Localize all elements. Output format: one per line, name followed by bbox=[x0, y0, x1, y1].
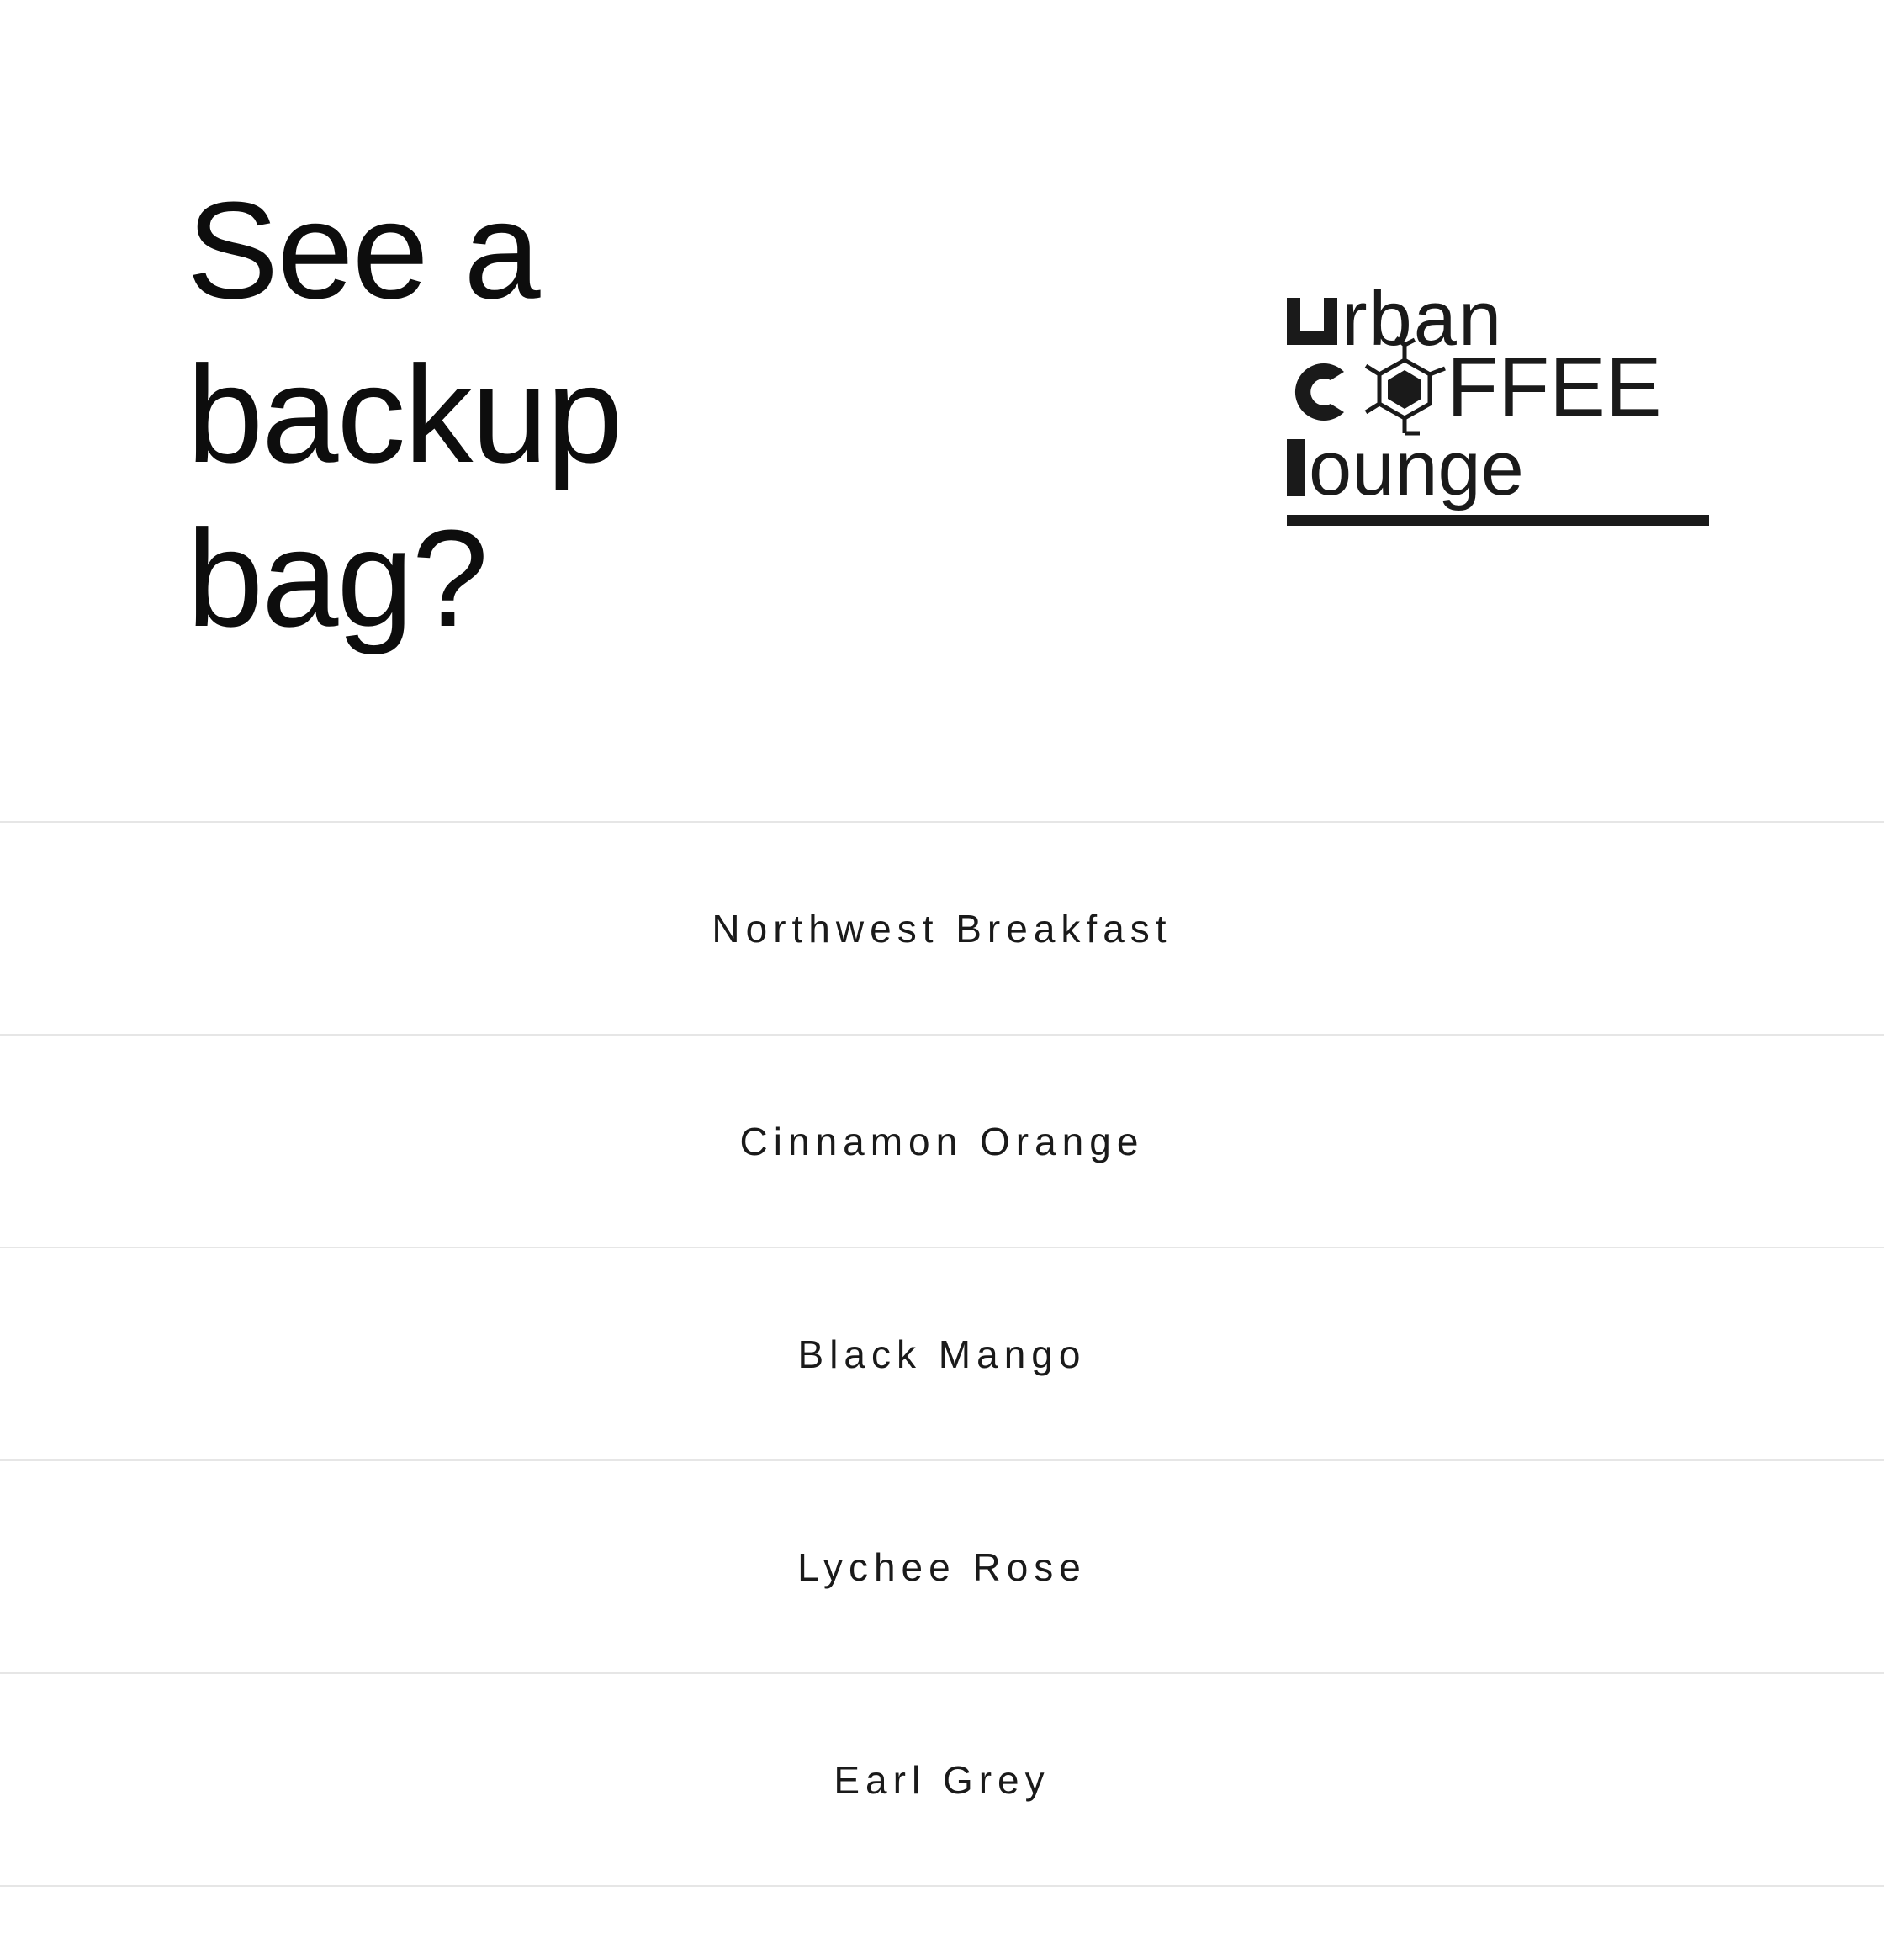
headline-line-2: backup bbox=[187, 337, 623, 491]
svg-text:FFEE: FFEE bbox=[1447, 340, 1662, 434]
bag-item-lychee-rose[interactable]: Lychee Rose bbox=[0, 1461, 1884, 1674]
bag-item-label: Earl Grey bbox=[834, 1757, 1050, 1802]
urban-coffee-lounge-logo-icon: rban FFEE ounge bbox=[1287, 286, 1709, 526]
backup-bag-list: Northwest Breakfast Cinnamon Orange Blac… bbox=[0, 821, 1884, 1887]
bag-item-northwest-breakfast[interactable]: Northwest Breakfast bbox=[0, 823, 1884, 1036]
bag-item-label: Northwest Breakfast bbox=[712, 906, 1172, 951]
brand-logo: rban FFEE ounge bbox=[1278, 286, 1716, 530]
svg-text:ounge: ounge bbox=[1309, 426, 1524, 511]
page-header: See a backup bag? rban FFEE ounge bbox=[0, 0, 1884, 823]
page-title: See a backup bag? bbox=[187, 168, 623, 660]
bag-item-cinnamon-orange[interactable]: Cinnamon Orange bbox=[0, 1036, 1884, 1248]
bag-item-black-mango[interactable]: Black Mango bbox=[0, 1248, 1884, 1461]
bag-item-label: Lychee Rose bbox=[797, 1544, 1087, 1589]
bag-item-earl-grey[interactable]: Earl Grey bbox=[0, 1674, 1884, 1887]
headline-line-1: See a bbox=[187, 173, 541, 327]
headline-line-3: bag? bbox=[187, 501, 489, 655]
bag-item-label: Cinnamon Orange bbox=[739, 1119, 1145, 1163]
bag-item-label: Black Mango bbox=[797, 1332, 1087, 1376]
